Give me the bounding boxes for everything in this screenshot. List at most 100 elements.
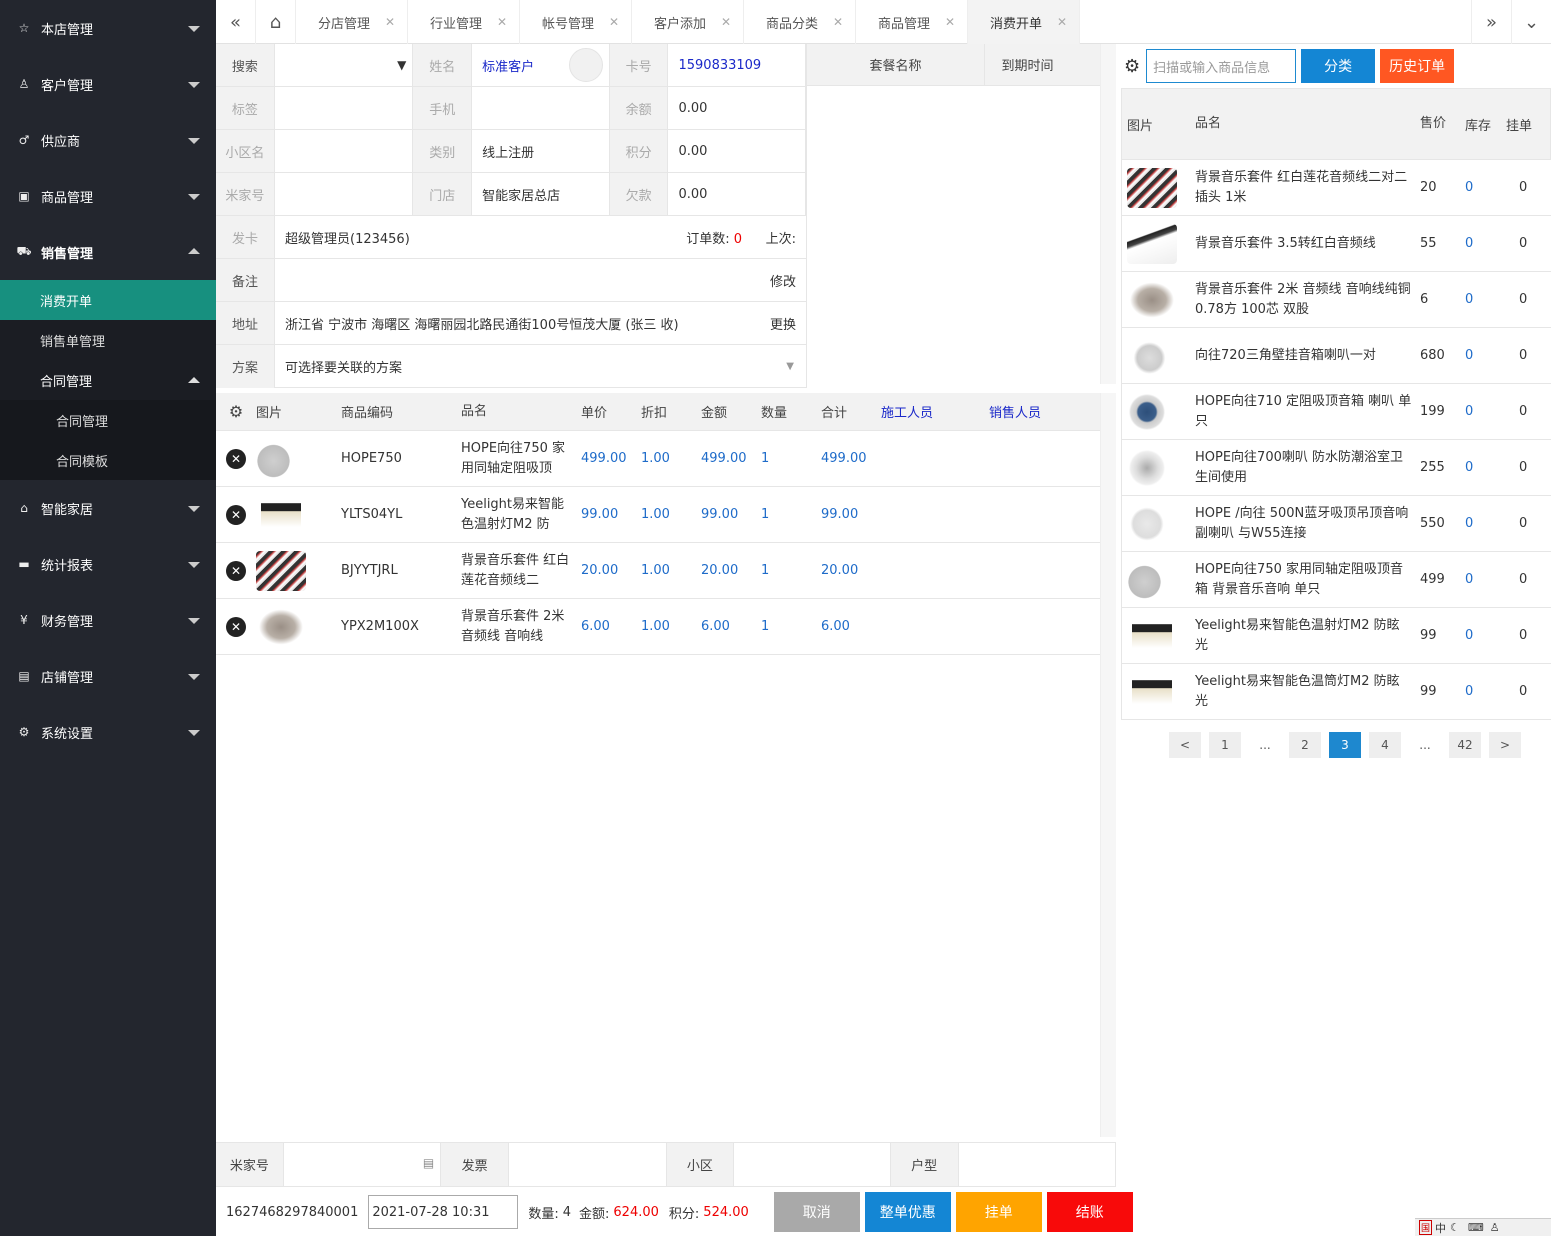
- nav-customer-management[interactable]: ♙ 客户管理: [0, 56, 216, 112]
- page-prev[interactable]: <: [1169, 732, 1201, 758]
- item-price[interactable]: 499.00: [581, 451, 641, 466]
- item-discount[interactable]: 1.00: [641, 619, 701, 634]
- subnav-contract-management[interactable]: 合同管理: [0, 360, 216, 400]
- remove-item-icon[interactable]: ✕: [226, 504, 246, 525]
- address-change-link[interactable]: 更换: [770, 314, 796, 333]
- close-icon[interactable]: ✕: [385, 15, 395, 29]
- page-button-current[interactable]: 3: [1329, 732, 1361, 758]
- close-icon[interactable]: ✕: [833, 15, 843, 29]
- tab-branch-management[interactable]: 分店管理 ✕: [296, 0, 408, 44]
- tab-industry-management[interactable]: 行业管理 ✕: [408, 0, 520, 44]
- nav-product-management[interactable]: ▣ 商品管理: [0, 168, 216, 224]
- community-field-input[interactable]: [734, 1143, 891, 1186]
- remark-field[interactable]: 修改: [275, 259, 806, 301]
- product-row[interactable]: HOPE向往710 定阻吸顶音箱 喇叭 单只 199 0 0: [1121, 384, 1551, 440]
- product-hold: 0: [1519, 404, 1528, 419]
- item-amount[interactable]: 99.00: [701, 507, 761, 522]
- invoice-field-input[interactable]: [509, 1143, 667, 1186]
- col-installer[interactable]: 施工人员: [881, 402, 989, 421]
- subnav-contract-template[interactable]: 合同模板: [0, 440, 216, 480]
- gear-icon[interactable]: ⚙: [1124, 56, 1140, 77]
- item-name: 背景音乐套件 红白莲花音频线二: [461, 552, 570, 588]
- nav-shop[interactable]: ▤ 店铺管理: [0, 648, 216, 704]
- product-row[interactable]: 背景音乐套件 3.5转红白音频线 55 0 0: [1121, 216, 1551, 272]
- item-qty[interactable]: 1: [761, 451, 821, 466]
- close-icon[interactable]: ✕: [945, 15, 955, 29]
- remove-item-icon[interactable]: ✕: [226, 448, 246, 469]
- product-row[interactable]: 背景音乐套件 2米 音频线 音响线纯铜 0.78方 100芯 双股 6 0 0: [1121, 272, 1551, 328]
- product-row[interactable]: Yeelight易来智能色温射灯M2 防眩光 99 0 0: [1121, 608, 1551, 664]
- nav-store-management[interactable]: ☆ 本店管理: [0, 0, 216, 56]
- item-qty[interactable]: 1: [761, 563, 821, 578]
- ime-mode[interactable]: 中: [1435, 1220, 1446, 1236]
- item-qty[interactable]: 1: [761, 619, 821, 634]
- subnav-consume-order[interactable]: 消费开单: [0, 280, 216, 320]
- cancel-button[interactable]: 取消: [773, 1192, 860, 1232]
- product-name: 背景音乐套件 3.5转红白音频线: [1195, 235, 1376, 251]
- ime-toolbar[interactable]: 国中 ☾ ⌨ ♙: [1415, 1218, 1551, 1236]
- item-amount[interactable]: 6.00: [701, 619, 761, 634]
- tab-consume-order[interactable]: 消费开单 ✕: [968, 0, 1080, 44]
- item-price[interactable]: 20.00: [581, 563, 641, 578]
- scroll-left-icon[interactable]: «: [216, 0, 256, 44]
- subnav-sales-orders[interactable]: 销售单管理: [0, 320, 216, 360]
- item-discount[interactable]: 1.00: [641, 507, 701, 522]
- search-select[interactable]: ▼: [275, 44, 414, 86]
- nav-sales-management[interactable]: ⛟ 销售管理: [0, 224, 216, 280]
- history-orders-button[interactable]: 历史订单: [1380, 49, 1455, 83]
- page-button[interactable]: 1: [1209, 732, 1241, 758]
- contact-card-icon[interactable]: ▤: [423, 1156, 434, 1170]
- product-row[interactable]: 向往720三角壁挂音箱喇叭一对 680 0 0: [1121, 328, 1551, 384]
- plan-select[interactable]: 可选择要关联的方案 ▼: [275, 345, 806, 388]
- nav-supplier[interactable]: ♂ 供应商: [0, 112, 216, 168]
- item-price[interactable]: 99.00: [581, 507, 641, 522]
- remove-item-icon[interactable]: ✕: [226, 560, 246, 581]
- subnav-contract-list[interactable]: 合同管理: [0, 400, 216, 440]
- close-icon[interactable]: ✕: [721, 15, 731, 29]
- tab-customer-add[interactable]: 客户添加 ✕: [632, 0, 744, 44]
- product-row[interactable]: HOPE /向往 500N蓝牙吸顶吊顶音响 副喇叭 与W55连接 550 0 0: [1121, 496, 1551, 552]
- close-icon[interactable]: ✕: [1057, 15, 1067, 29]
- page-button[interactable]: 42: [1449, 732, 1481, 758]
- nav-finance[interactable]: ¥ 财务管理: [0, 592, 216, 648]
- item-name: HOPE向往750 家用同轴定阻吸顶: [461, 440, 566, 476]
- remark-edit-link[interactable]: 修改: [770, 271, 796, 290]
- close-icon[interactable]: ✕: [609, 15, 619, 29]
- layout-field-input[interactable]: [959, 1143, 1117, 1186]
- category-button[interactable]: 分类: [1301, 49, 1376, 83]
- remove-item-icon[interactable]: ✕: [226, 616, 246, 637]
- gear-icon[interactable]: ⚙: [229, 402, 243, 421]
- tab-account-management[interactable]: 帐号管理 ✕: [520, 0, 632, 44]
- close-icon[interactable]: ✕: [497, 15, 507, 29]
- tab-product-category[interactable]: 商品分类 ✕: [744, 0, 856, 44]
- product-row[interactable]: HOPE向往750 家用同轴定阻吸顶音箱 背景音乐音响 单只 499 0 0: [1121, 552, 1551, 608]
- item-price[interactable]: 6.00: [581, 619, 641, 634]
- order-discount-button[interactable]: 整单优惠: [864, 1192, 951, 1232]
- mijia-field-input[interactable]: ▤: [284, 1143, 442, 1186]
- product-row[interactable]: 背景音乐套件 红白莲花音频线二对二插头 1米 20 0 0: [1121, 160, 1551, 216]
- item-discount[interactable]: 1.00: [641, 451, 701, 466]
- dropdown-arrow-icon[interactable]: ▼: [397, 58, 406, 72]
- item-qty[interactable]: 1: [761, 507, 821, 522]
- product-row[interactable]: HOPE向往700喇叭 防水防潮浴室卫生间使用 255 0 0: [1121, 440, 1551, 496]
- nav-reports[interactable]: ▬ 统计报表: [0, 536, 216, 592]
- item-amount[interactable]: 499.00: [701, 451, 761, 466]
- product-row[interactable]: Yeelight易来智能色温筒灯M2 防眩光 99 0 0: [1121, 664, 1551, 720]
- order-datetime-input[interactable]: 2021-07-28 10:31: [368, 1195, 519, 1229]
- scroll-right-icon[interactable]: »: [1471, 0, 1511, 44]
- nav-system-settings[interactable]: ⚙ 系统设置: [0, 704, 216, 760]
- item-discount[interactable]: 1.00: [641, 563, 701, 578]
- tab-product-management[interactable]: 商品管理 ✕: [856, 0, 968, 44]
- chevron-down-icon[interactable]: ⌄: [1511, 0, 1551, 44]
- page-button[interactable]: 4: [1369, 732, 1401, 758]
- item-amount[interactable]: 20.00: [701, 563, 761, 578]
- home-tab-icon[interactable]: ⌂: [256, 0, 296, 44]
- page-button[interactable]: 2: [1289, 732, 1321, 758]
- col-salesperson[interactable]: 销售人员: [989, 402, 1089, 421]
- product-search-input[interactable]: 扫描或输入商品信息: [1146, 49, 1297, 83]
- nav-smart-home[interactable]: ⌂ 智能家居: [0, 480, 216, 536]
- upper-scrollbar[interactable]: [1100, 44, 1116, 384]
- hold-order-button[interactable]: 挂单: [955, 1192, 1042, 1232]
- page-next[interactable]: >: [1489, 732, 1521, 758]
- items-scrollbar[interactable]: [1100, 393, 1116, 1137]
